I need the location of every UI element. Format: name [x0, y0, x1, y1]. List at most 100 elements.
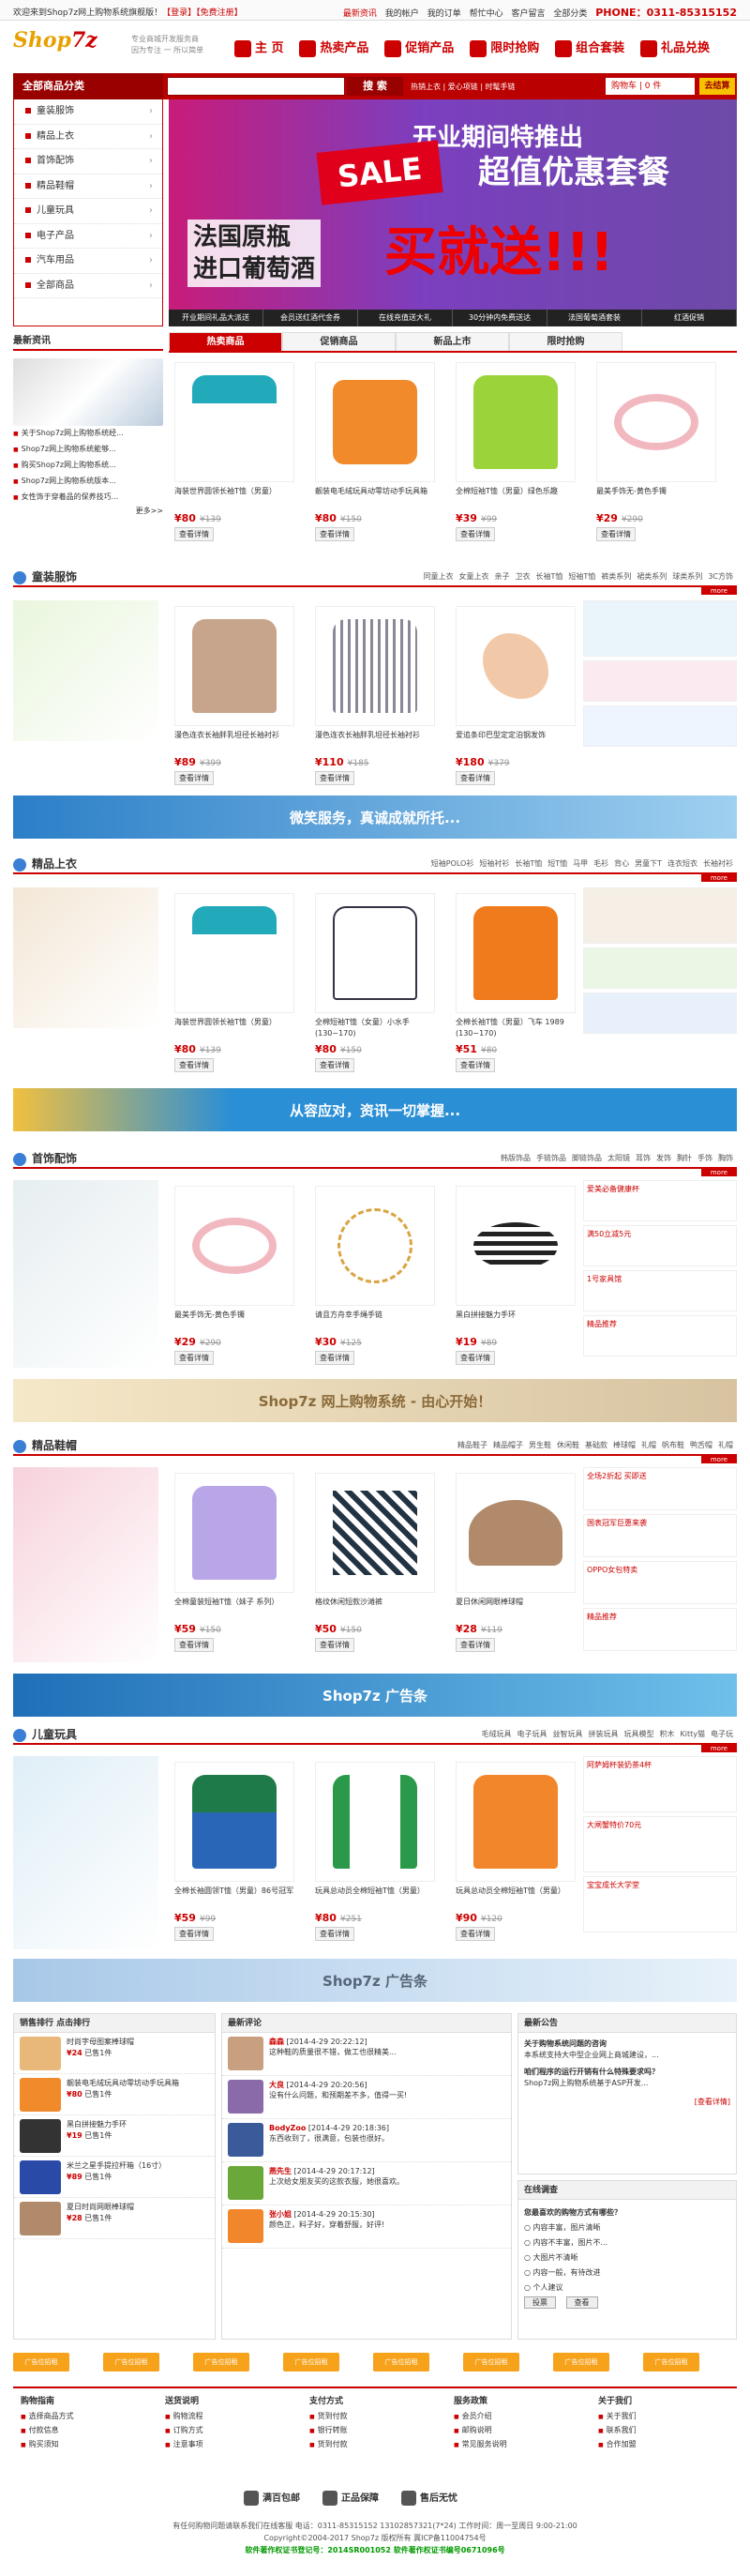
product-card[interactable]: 全棉长袖圆领T恤（男童）86号冠军 ¥59 ¥99 查看详情 — [174, 1762, 298, 1941]
view-button[interactable]: 查看详情 — [315, 527, 354, 541]
product-card[interactable]: 漫色连衣长袖胖乳坦径长袖衬衫 ¥110 ¥185 查看详情 — [315, 606, 439, 785]
product-image[interactable] — [596, 362, 716, 482]
login-link[interactable]: 【登录】 — [162, 8, 196, 18]
view-button[interactable]: 查看详情 — [174, 1638, 214, 1652]
product-image[interactable] — [174, 362, 294, 482]
product-card[interactable]: 玩具总动员全棉短袖T恤（男童） ¥90 ¥120 查看详情 — [456, 1762, 579, 1941]
top-link[interactable]: 我的帐户 — [385, 9, 419, 19]
comment-item[interactable]: 森森 [2014-4-29 20:22:12] 这种鞋的质量很不错，做工也很精美.… — [222, 2033, 511, 2076]
product-card[interactable]: 全棉短袖T恤（男童）绿色乐趣 ¥39 ¥99 查看详情 — [456, 362, 579, 541]
hot-keywords[interactable]: 热销上衣 | 爱心项链 | 时髦手链 — [411, 82, 516, 92]
sidebar-item[interactable]: 电子产品 — [14, 224, 162, 249]
section-image[interactable] — [13, 887, 158, 1028]
product-image[interactable] — [315, 1186, 435, 1306]
vote-option[interactable]: ○ 大图片不清晰 — [524, 2250, 730, 2265]
view-button[interactable]: 查看详情 — [315, 771, 354, 785]
top-link[interactable]: 我的订单 — [428, 9, 461, 19]
view-button[interactable]: 查看详情 — [456, 771, 495, 785]
news-item[interactable]: 女性饰于穿着品的保养技巧... — [13, 490, 163, 506]
ad-banner[interactable]: Shop7z 广告条 — [13, 1674, 737, 1717]
news-item[interactable]: 购买Shop7z网上购物系统... — [13, 458, 163, 474]
logo[interactable]: Shop7z — [13, 28, 126, 62]
section-image[interactable] — [13, 1756, 158, 1949]
list-item[interactable]: 夏日时尚网眼棒球帽 ¥28 已售1件 — [14, 2198, 215, 2239]
product-card[interactable]: 全棉长袖T恤（男童）飞车 1989 (130~170) ¥51 ¥80 查看详情 — [456, 893, 579, 1072]
sidebar-item[interactable]: 汽车用品 — [14, 249, 162, 274]
product-card[interactable]: 全棉短袖T恤（女童）小水手 (130~170) ¥80 ¥150 查看详情 — [315, 893, 439, 1072]
view-button[interactable]: 查看详情 — [174, 1351, 214, 1365]
comment-item[interactable]: 张小姐 [2014-4-29 20:15:30] 颜色正，料子好，穿着舒服，好评! — [222, 2205, 511, 2249]
vote-option[interactable]: ○ 内容一般，有待改进 — [524, 2265, 730, 2281]
product-image[interactable] — [315, 1473, 435, 1593]
product-image[interactable] — [315, 893, 435, 1013]
view-button[interactable]: 查看详情 — [174, 1927, 214, 1941]
product-card[interactable]: 玩具总动员全棉短袖T恤（男童） ¥80 ¥251 查看详情 — [315, 1762, 439, 1941]
product-image[interactable] — [456, 362, 576, 482]
product-image[interactable] — [456, 1186, 576, 1306]
notice-question[interactable]: 咱们程序的运行开销有什么特殊要求吗？ — [524, 2067, 730, 2078]
view-button[interactable]: 查看详情 — [456, 1927, 495, 1941]
product-card[interactable]: 漫色连衣长袖胖乳坦径长袖衬衫 ¥89 ¥399 查看详情 — [174, 606, 298, 785]
sidebar-item[interactable]: 精品上衣 — [14, 125, 162, 149]
ad-banner[interactable]: Shop7z 广告条 — [13, 1959, 737, 2002]
comment-item[interactable]: BodyZoo [2014-4-29 20:18:36] 东西收到了，很满意，包装… — [222, 2119, 511, 2162]
view-button[interactable]: 查看详情 — [456, 1351, 495, 1365]
product-card[interactable]: 请且方舟幸手绳手链 ¥30 ¥125 查看详情 — [315, 1186, 439, 1365]
sidebar-item[interactable]: 精品鞋帽 — [14, 174, 162, 199]
top-link[interactable]: 帮忙中心 — [470, 9, 503, 19]
notice-question[interactable]: 关于购物系统问题的咨询 — [524, 2038, 730, 2050]
product-image[interactable] — [174, 1186, 294, 1306]
product-image[interactable] — [174, 606, 294, 726]
view-button[interactable]: 查看详情 — [315, 1927, 354, 1941]
tab-new[interactable]: 新品上市 — [396, 332, 509, 351]
ad-banner[interactable]: Shop7z 网上购物系统 - 由心开始！ — [13, 1379, 737, 1422]
notice-detail-link[interactable]: [查看详情] — [524, 2097, 730, 2108]
nav-gift[interactable]: 礼品兑换 — [639, 38, 710, 57]
nav-hot[interactable]: 热卖产品 — [299, 38, 368, 57]
product-card[interactable]: 最美手饰无-黄色手镯 ¥29 ¥290 查看详情 — [174, 1186, 298, 1365]
tab-promo[interactable]: 促销商品 — [282, 332, 396, 351]
news-item[interactable]: Shop7z网上购物系统能够... — [13, 442, 163, 458]
product-image[interactable] — [174, 1473, 294, 1593]
top-link[interactable]: 全部分类 — [553, 9, 587, 19]
cart-button[interactable]: 购物车 | 0 件 — [606, 78, 695, 95]
vote-option[interactable]: ○ 个人建议 — [524, 2281, 730, 2296]
news-more[interactable]: 更多>> — [13, 506, 163, 516]
section-image[interactable] — [13, 1180, 158, 1368]
nav-home[interactable]: 主 页 — [234, 38, 284, 57]
vote-button[interactable]: 投票 — [524, 2296, 556, 2309]
view-button[interactable]: 查看详情 — [174, 1058, 214, 1072]
view-button[interactable]: 查看详情 — [456, 1058, 495, 1072]
product-card[interactable]: 靓装电毛绒玩具动零坊动手玩具箱 ¥80 ¥150 查看详情 — [315, 362, 439, 541]
product-card[interactable]: 全棉童装短袖T恤（妹子 系列） ¥59 ¥150 查看详情 — [174, 1473, 298, 1652]
view-button[interactable]: 查看详情 — [315, 1351, 354, 1365]
search-button[interactable]: 搜 索 — [347, 77, 403, 96]
product-image[interactable] — [174, 893, 294, 1013]
product-card[interactable]: 格纹休闲短款沙滩裤 ¥50 ¥150 查看详情 — [315, 1473, 439, 1652]
nav-combo[interactable]: 组合套装 — [555, 38, 624, 57]
product-image[interactable] — [456, 893, 576, 1013]
vote-option[interactable]: ○ 内容不丰富，图片不... — [524, 2235, 730, 2250]
nav-flash[interactable]: 限时抢购 — [470, 38, 539, 57]
register-link[interactable]: 【免费注册】 — [196, 8, 243, 18]
product-image[interactable] — [456, 606, 576, 726]
list-item[interactable]: 时尚字母图案棒球帽 ¥24 已售1件 — [14, 2033, 215, 2074]
product-card[interactable]: 爱追条印巴型定定泊钢发饰 ¥180 ¥379 查看详情 — [456, 606, 579, 785]
product-image[interactable] — [456, 1473, 576, 1593]
product-image[interactable] — [456, 1762, 576, 1882]
top-link[interactable]: 客户留言 — [511, 9, 545, 19]
product-image[interactable] — [315, 362, 435, 482]
sidebar-item[interactable]: 全部商品 — [14, 274, 162, 298]
product-image[interactable] — [315, 606, 435, 726]
vote-option[interactable]: ○ 内容丰富，图片清晰 — [524, 2220, 730, 2235]
ad-banner[interactable]: 微笑服务，真诚成就所托... — [13, 796, 737, 839]
tab-hot[interactable]: 热卖商品 — [169, 332, 282, 351]
sidebar-item[interactable]: 儿童玩具 — [14, 199, 162, 224]
view-button[interactable]: 查看详情 — [456, 1638, 495, 1652]
hero-banner[interactable]: 开业期间特推出 SALE 超值优惠套餐 法国原瓶 进口葡萄酒 买就送!!! 开业期… — [169, 99, 737, 326]
product-card[interactable]: 夏日休闲网眼棒球帽 ¥28 ¥119 查看详情 — [456, 1473, 579, 1652]
news-item[interactable]: 关于Shop7z网上购物系统经... — [13, 426, 163, 442]
view-button[interactable]: 查看详情 — [174, 771, 214, 785]
checkout-button[interactable]: 去结算 — [699, 78, 735, 95]
product-image[interactable] — [315, 1762, 435, 1882]
